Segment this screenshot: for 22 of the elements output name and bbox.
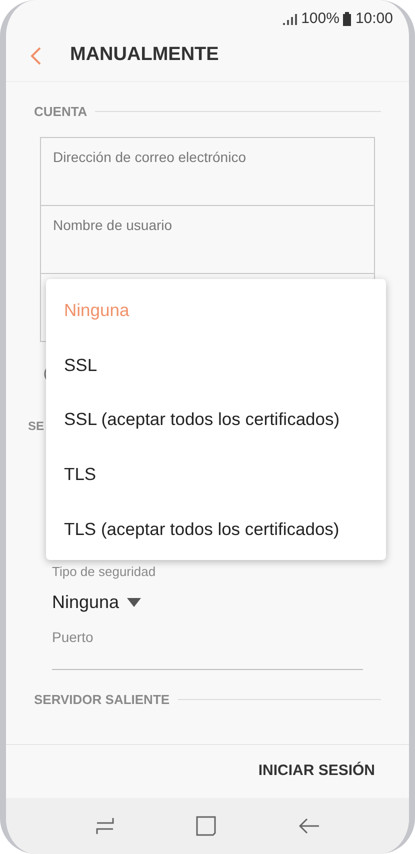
- field-label: Tipo de seguridad: [52, 562, 157, 581]
- input-field[interactable]: Dirección de correo electrónico: [40, 136, 375, 206]
- clock: 10:00: [355, 8, 393, 29]
- section-heading: SE: [28, 418, 44, 432]
- signal-icon: [283, 14, 298, 24]
- section-heading: SERVIDOR SALIENTE: [34, 691, 170, 709]
- caret-icon: [127, 598, 142, 607]
- page-title: MANUALMENTE: [70, 43, 219, 68]
- battery-icon: [343, 12, 352, 26]
- recent-apps-icon[interactable]: [94, 817, 115, 835]
- port-field[interactable]: Puerto: [52, 624, 363, 670]
- sign-in-button[interactable]: INICIAR SESIÓN: [258, 760, 375, 783]
- home-icon[interactable]: [196, 816, 216, 836]
- back-icon[interactable]: [298, 817, 320, 835]
- input-field[interactable]: Nombre de usuario: [40, 204, 375, 274]
- menu-option[interactable]: TLS (aceptar todos los certificados): [46, 501, 386, 556]
- menu-option[interactable]: SSL (aceptar todos los certificados): [46, 392, 386, 447]
- security-type-dropdown[interactable]: Ninguna: [52, 589, 142, 616]
- section-heading: CUENTA: [34, 103, 88, 121]
- menu-option[interactable]: SSL: [46, 338, 386, 392]
- menu-option[interactable]: TLS: [46, 446, 386, 502]
- battery-percentage: 100%: [301, 8, 340, 29]
